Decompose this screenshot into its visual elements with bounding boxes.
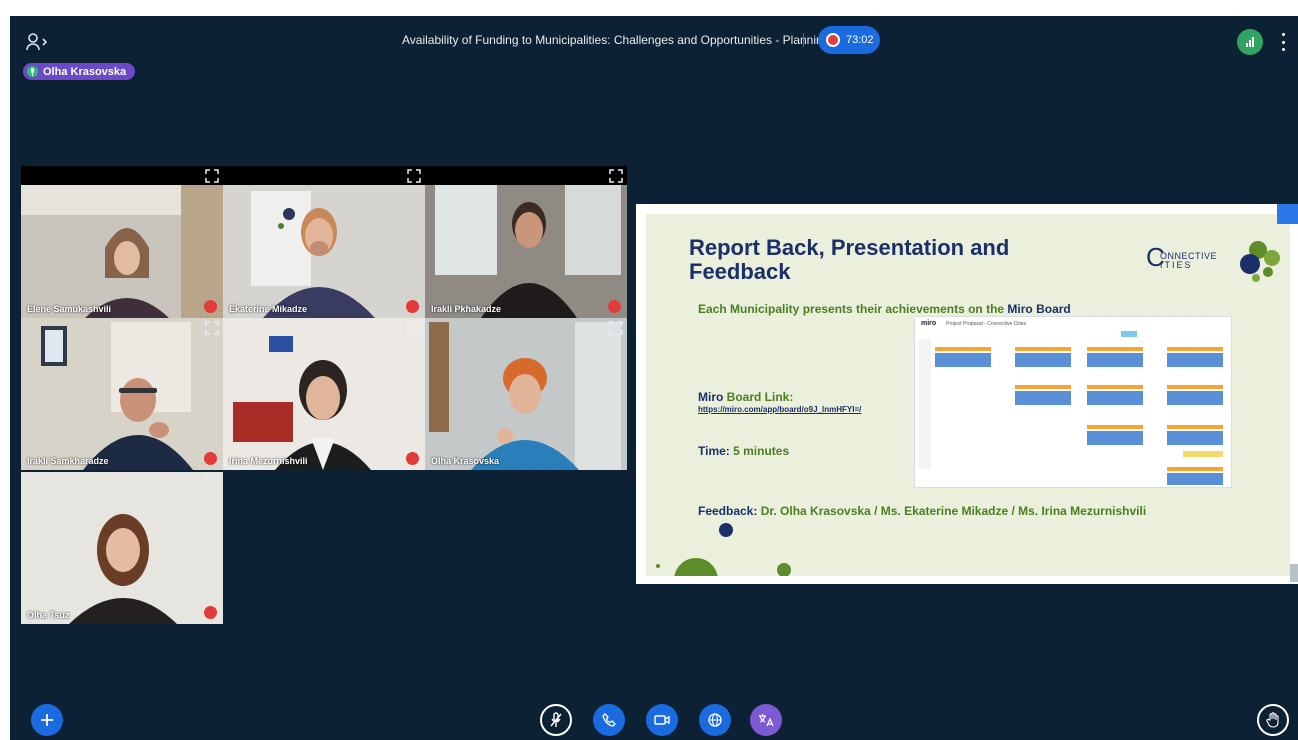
mic-muted-icon bbox=[406, 300, 419, 313]
recording-indicator[interactable]: 73:02 bbox=[818, 26, 880, 54]
miro-stickies bbox=[935, 331, 1223, 485]
conference-window: Olha Krasovska Availability of Funding t… bbox=[10, 16, 1298, 740]
expand-icon[interactable] bbox=[609, 321, 623, 335]
video-camera-icon[interactable] bbox=[646, 704, 678, 736]
expand-icon[interactable] bbox=[205, 321, 219, 335]
presenter-name: Olha Krasovska bbox=[43, 65, 127, 78]
mic-muted-icon bbox=[204, 300, 217, 313]
phone-icon[interactable] bbox=[593, 704, 625, 736]
globe-icon[interactable] bbox=[699, 704, 731, 736]
video-tile[interactable]: Irakli Pkhakadze bbox=[425, 166, 627, 318]
expand-icon[interactable] bbox=[205, 475, 219, 489]
participant-video bbox=[21, 318, 223, 470]
tile-header bbox=[21, 166, 223, 185]
participant-name[interactable]: Irina Mezurnishvili bbox=[229, 456, 308, 466]
translate-icon[interactable] bbox=[750, 704, 782, 736]
participant-video bbox=[223, 318, 425, 470]
video-tile[interactable]: Ekaterine Mikadze bbox=[223, 166, 425, 318]
more-options-icon[interactable] bbox=[1280, 33, 1286, 51]
expand-icon[interactable] bbox=[407, 169, 421, 183]
time-label: Time: 5 minutes bbox=[698, 444, 789, 458]
expand-icon[interactable] bbox=[407, 321, 421, 335]
plus-icon[interactable] bbox=[31, 704, 63, 736]
time-value: 5 minutes bbox=[729, 444, 790, 458]
participant-video bbox=[21, 472, 223, 624]
recording-timer: 73:02 bbox=[846, 34, 874, 46]
video-tile[interactable]: Irakli Samkharadze bbox=[21, 318, 223, 470]
expand-icon[interactable] bbox=[205, 169, 219, 183]
slide-subtitle: Each Municipality presents their achieve… bbox=[698, 302, 1071, 316]
slide-content: Report Back, Presentation and Feedback C… bbox=[646, 214, 1290, 576]
minimize-presentation-button[interactable] bbox=[1277, 204, 1298, 224]
logo-text-line-2: ITIES bbox=[1160, 260, 1193, 270]
mic-muted-icon bbox=[204, 606, 217, 619]
video-tile-active-speaker[interactable]: Olha Krasovska bbox=[425, 318, 627, 470]
participant-name[interactable]: Irakli Samkharadze bbox=[27, 456, 109, 466]
presentation-slide: Report Back, Presentation and Feedback C… bbox=[636, 204, 1298, 584]
mic-muted-icon bbox=[204, 452, 217, 465]
tile-header bbox=[425, 166, 627, 185]
mic-muted-icon bbox=[608, 300, 621, 313]
presenter-badge: Olha Krasovska bbox=[23, 63, 136, 80]
meeting-title: Availability of Funding to Municipalitie… bbox=[402, 33, 835, 47]
record-icon bbox=[826, 33, 840, 47]
expand-icon[interactable] bbox=[609, 169, 623, 183]
mic-muted-icon bbox=[406, 452, 419, 465]
slide-title: Report Back, Presentation and Feedback bbox=[689, 235, 1010, 284]
participant-name[interactable]: Ekaterine Mikadze bbox=[229, 304, 307, 314]
miro-board-link[interactable]: https://miro.com/app/board/o9J_lnmHFYI=/ bbox=[698, 405, 861, 414]
video-tile[interactable]: Olha Tsuz bbox=[21, 472, 223, 624]
slide-decoration bbox=[656, 523, 791, 576]
time-label-bold: Time: bbox=[698, 444, 730, 458]
link-label-rest: Board Link: bbox=[723, 390, 794, 404]
participant-video bbox=[21, 166, 223, 318]
video-tile[interactable]: Irina Mezurnishvili bbox=[223, 318, 425, 470]
miro-board-preview: miro Project Proposal - Connective Citie… bbox=[914, 316, 1232, 488]
miro-link-label: Miro Board Link: bbox=[698, 390, 793, 404]
participant-name[interactable]: Olha Tsuz bbox=[27, 610, 69, 620]
participant-video bbox=[425, 166, 627, 318]
link-label-bold: Miro bbox=[698, 390, 724, 404]
fullscreen-presentation-button[interactable] bbox=[1290, 564, 1298, 582]
connection-status-icon[interactable] bbox=[1237, 29, 1263, 55]
mic-muted-icon[interactable] bbox=[540, 704, 572, 736]
subtitle-text: Each Municipality presents their achieve… bbox=[698, 302, 1008, 316]
mic-icon bbox=[27, 66, 38, 77]
subtitle-highlight: Miro Board bbox=[1007, 302, 1071, 316]
tile-header bbox=[223, 166, 425, 185]
divider bbox=[803, 33, 804, 47]
participant-name[interactable]: Olha Krasovska bbox=[431, 456, 499, 466]
users-icon[interactable] bbox=[26, 32, 50, 52]
participant-video bbox=[223, 166, 425, 318]
logo-text: ONNECTIVE ITIES bbox=[1160, 252, 1217, 270]
participant-video bbox=[425, 318, 627, 470]
hand-icon[interactable] bbox=[1257, 704, 1289, 736]
participant-name[interactable]: Elene Samukashvili bbox=[27, 304, 111, 314]
participant-name[interactable]: Irakli Pkhakadze bbox=[431, 304, 501, 314]
video-tile[interactable]: Elene Samukashvili bbox=[21, 166, 223, 318]
